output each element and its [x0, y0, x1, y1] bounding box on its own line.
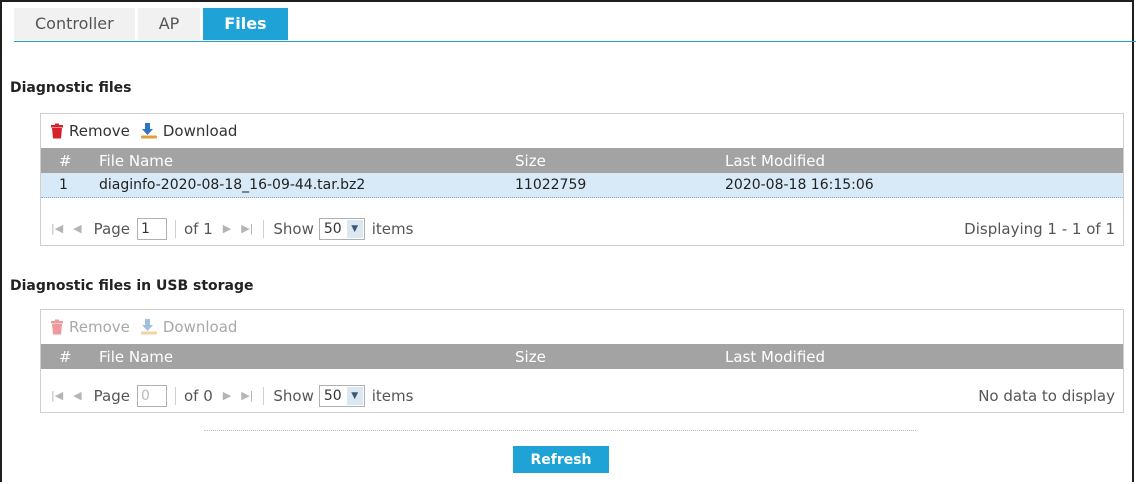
divider [204, 430, 916, 431]
pagination-bar: |◀ ◀ Page of 0 ▶ ▶| Show 50 ▼ items No d… [41, 379, 1123, 412]
next-page-icon[interactable]: ▶ [223, 389, 231, 402]
column-header-size[interactable]: Size [515, 348, 546, 366]
per-page-select[interactable]: 50 ▼ [318, 217, 365, 240]
table-header: # File Name Size Last Modified [41, 148, 1123, 173]
table-row[interactable]: 1 diaginfo-2020-08-18_16-09-44.tar.bz2 1… [41, 173, 1123, 198]
show-label: Show [273, 219, 314, 238]
row-file-name: diaginfo-2020-08-18_16-09-44.tar.bz2 [99, 177, 366, 193]
pager-separator [263, 386, 265, 405]
download-button[interactable]: Download [140, 122, 238, 140]
tab-files[interactable]: Files [203, 8, 288, 40]
next-page-icon[interactable]: ▶ [223, 222, 231, 235]
section-title-diagnostic-files: Diagnostic files [10, 80, 132, 96]
download-icon [140, 319, 157, 335]
prev-page-icon[interactable]: ◀ [73, 389, 81, 402]
items-label: items [371, 219, 414, 238]
remove-label: Remove [69, 318, 130, 336]
page-count-label: of 1 [174, 219, 213, 238]
page-count-label: of 0 [174, 386, 213, 405]
last-page-icon[interactable]: ▶| [241, 222, 253, 235]
per-page-value: 50 [323, 220, 342, 237]
trash-icon [51, 319, 63, 335]
refresh-button[interactable]: Refresh [513, 446, 609, 473]
first-page-icon[interactable]: |◀ [51, 389, 63, 402]
column-header-last-modified[interactable]: Last Modified [725, 348, 825, 366]
page-label: Page [93, 219, 130, 238]
tab-controller[interactable]: Controller [14, 8, 135, 40]
page-number-input[interactable] [136, 384, 167, 407]
download-label: Download [162, 122, 238, 140]
usb-files-panel: Remove Download # File Name Size Last Mo… [40, 309, 1124, 413]
row-size: 11022759 [515, 177, 587, 193]
page-number-input[interactable] [136, 217, 167, 240]
column-header-file-name[interactable]: File Name [99, 348, 173, 366]
display-status: Displaying 1 - 1 of 1 [964, 219, 1115, 238]
download-button-usb[interactable]: Download [140, 318, 238, 336]
per-page-select[interactable]: 50 ▼ [318, 384, 365, 407]
section-title-usb-storage: Diagnostic files in USB storage [10, 278, 254, 294]
diagnostic-files-panel: Remove Download # File Name Size Last Mo… [40, 113, 1124, 246]
column-header-number[interactable]: # [59, 348, 72, 366]
last-page-icon[interactable]: ▶| [241, 389, 253, 402]
download-icon [140, 123, 157, 139]
trash-icon [51, 123, 63, 139]
remove-button[interactable]: Remove [50, 122, 130, 140]
column-header-last-modified[interactable]: Last Modified [725, 152, 825, 170]
remove-button-usb[interactable]: Remove [50, 318, 130, 336]
tab-ap[interactable]: AP [137, 8, 201, 40]
table-header: # File Name Size Last Modified [41, 344, 1123, 369]
column-header-size[interactable]: Size [515, 152, 546, 170]
chevron-down-icon[interactable]: ▼ [346, 386, 363, 405]
column-header-file-name[interactable]: File Name [99, 152, 173, 170]
first-page-icon[interactable]: |◀ [51, 222, 63, 235]
items-label: items [371, 386, 414, 405]
prev-page-icon[interactable]: ◀ [73, 222, 81, 235]
per-page-value: 50 [323, 387, 342, 404]
row-number: 1 [59, 177, 68, 193]
download-label: Download [162, 318, 238, 336]
toolbar: Remove Download [41, 114, 1123, 148]
remove-label: Remove [69, 122, 130, 140]
column-header-number[interactable]: # [59, 152, 72, 170]
row-last-modified: 2020-08-18 16:15:06 [725, 177, 874, 193]
pager-separator [263, 219, 265, 238]
show-label: Show [273, 386, 314, 405]
chevron-down-icon[interactable]: ▼ [346, 219, 363, 238]
pagination-bar: |◀ ◀ Page of 1 ▶ ▶| Show 50 ▼ items Disp… [41, 212, 1123, 245]
display-status: No data to display [978, 386, 1115, 405]
toolbar: Remove Download [41, 310, 1123, 344]
tab-bar: Controller AP Files [14, 8, 1136, 42]
page-label: Page [93, 386, 130, 405]
